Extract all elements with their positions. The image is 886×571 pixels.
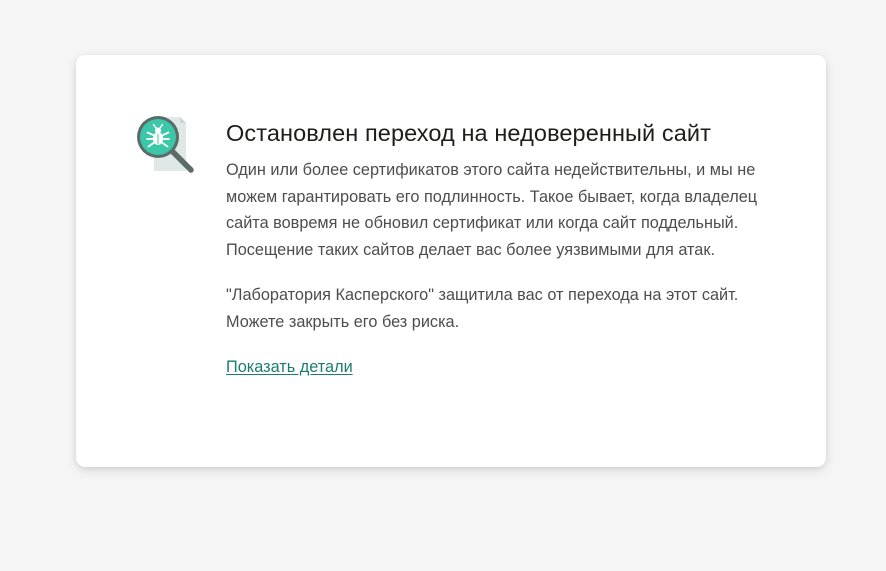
show-details-link[interactable]: Показать детали [226,354,353,380]
warning-card: Остановлен переход на недоверенный сайт … [76,55,826,467]
page-title: Остановлен переход на недоверенный сайт [226,120,712,146]
bug-magnifier-icon [137,116,194,173]
warning-content: Остановлен переход на недоверенный сайт … [226,115,786,380]
warning-description: Один или более сертификатов этого сайта … [226,161,758,259]
protection-note: "Лаборатория Касперского" защитила вас о… [226,286,739,331]
